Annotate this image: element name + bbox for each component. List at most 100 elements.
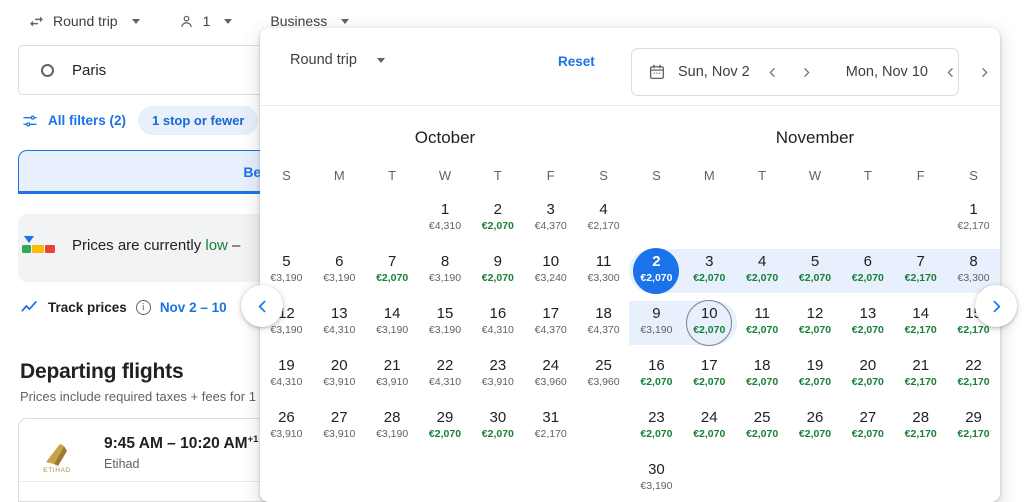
stops-filter-chip[interactable]: 1 stop or fewer: [138, 106, 259, 135]
calendar-day-cell[interactable]: 28 €2,170: [894, 405, 947, 457]
calendar-day-cell[interactable]: 27 €3,910: [313, 405, 366, 457]
calendar-day-cell[interactable]: 1 €2,170: [947, 197, 1000, 249]
chevron-down-icon: [131, 18, 140, 24]
day-number: 7: [916, 253, 925, 270]
calendar-day-cell[interactable]: 11 €2,070: [736, 301, 789, 353]
calendar-week-row: 23 €2,070 24 €2,070 25 €2,070 26 €2,070 27 €2,070…: [630, 405, 1000, 457]
calendar-day-cell[interactable]: 21 €2,170: [894, 353, 947, 405]
calendar-day-cell[interactable]: 30 €2,070: [471, 405, 524, 457]
calendar-day-cell[interactable]: 11 €3,300: [577, 249, 630, 301]
calendar-week-row: 30 €3,190: [630, 457, 1000, 502]
calendar-day-cell[interactable]: 14 €3,190: [366, 301, 419, 353]
day-number: 30: [489, 409, 507, 426]
day-number: 19: [806, 357, 824, 374]
departure-next-day-button[interactable]: [796, 61, 818, 83]
calendar-day-cell[interactable]: 13 €4,310: [313, 301, 366, 353]
calendar-day-cell[interactable]: 29 €2,070: [419, 405, 472, 457]
return-prev-day-button[interactable]: [940, 61, 962, 83]
day-price: €3,190: [270, 324, 303, 336]
calendar-day-cell[interactable]: 27 €2,070: [841, 405, 894, 457]
calendar-day-cell[interactable]: 8 €3,190: [419, 249, 472, 301]
calendar-day-cell[interactable]: 18 €4,370: [577, 301, 630, 353]
sort-tabs-container[interactable]: Bes: [18, 150, 280, 194]
day-number: 21: [383, 357, 401, 374]
calendar-day-cell[interactable]: 3 €4,370: [524, 197, 577, 249]
calendar-day-cell[interactable]: 18 €2,070: [736, 353, 789, 405]
day-number: 5: [282, 253, 291, 270]
calendar-day-cell[interactable]: 19 €4,310: [260, 353, 313, 405]
calendar-day-cell[interactable]: 28 €3,190: [366, 405, 419, 457]
month-november: November S M T W T F S 1 €2,170 2 €2,070 3 €2,070 4 €2,…: [629, 106, 1000, 502]
calendar-day-cell[interactable]: 1 €4,310: [419, 197, 472, 249]
day-number: 13: [859, 305, 877, 322]
calendar-day-cell[interactable]: 31 €2,170: [524, 405, 577, 457]
calendar-day-cell[interactable]: 25 €2,070: [736, 405, 789, 457]
departure-date-segment[interactable]: Sun, Nov 2: [632, 49, 818, 95]
calendar-day-cell[interactable]: 25 €3,960: [577, 353, 630, 405]
calendar-day-cell[interactable]: 20 €3,910: [313, 353, 366, 405]
calendar-day-cell[interactable]: 22 €2,170: [947, 353, 1000, 405]
calendar-day-cell[interactable]: 2 €2,070: [471, 197, 524, 249]
day-price: €2,070: [481, 428, 514, 440]
calendar-day-cell[interactable]: 13 €2,070: [841, 301, 894, 353]
calendar-day-cell[interactable]: 24 €3,960: [524, 353, 577, 405]
day-number: 9: [652, 305, 661, 322]
calendar-day-cell[interactable]: 21 €3,910: [366, 353, 419, 405]
passengers-selector[interactable]: 1: [172, 8, 239, 34]
calendar-day-cell[interactable]: 14 €2,170: [894, 301, 947, 353]
calendar-day-cell[interactable]: 4 €2,170: [577, 197, 630, 249]
calendar-day-cell[interactable]: 26 €3,910: [260, 405, 313, 457]
track-prices-label: Track prices: [48, 300, 127, 315]
calendar-day-cell[interactable]: 12 €2,070: [789, 301, 842, 353]
calendar-day-cell[interactable]: 20 €2,070: [841, 353, 894, 405]
day-price: €4,310: [270, 376, 303, 388]
calendar-day-cell[interactable]: 7 €2,170: [893, 249, 948, 301]
info-icon[interactable]: i: [135, 300, 151, 315]
tab-active-underline: [18, 191, 280, 194]
day-price: €4,310: [323, 324, 356, 336]
calendar-day-cell[interactable]: 6 €3,190: [313, 249, 366, 301]
calendar-day-cell[interactable]: 5 €2,070: [787, 249, 843, 301]
calendar-day-cell[interactable]: 26 €2,070: [789, 405, 842, 457]
calendar-day-cell[interactable]: 16 €2,070: [630, 353, 683, 405]
previous-month-button[interactable]: [241, 285, 283, 327]
calendar-day-cell[interactable]: 30 €3,190: [630, 457, 683, 502]
calendar-day-cell[interactable]: 7 €2,070: [366, 249, 419, 301]
calendar-day-cell[interactable]: 9 €2,070: [471, 249, 524, 301]
calendar-week-row: 1 €2,170: [630, 197, 1000, 249]
return-date-value: Mon, Nov 10: [845, 64, 928, 80]
calendar-day-cell[interactable]: 22 €4,310: [419, 353, 472, 405]
calendar-day-cell[interactable]: 6 €2,070: [840, 249, 896, 301]
calendar-day-cell[interactable]: 4 €2,070: [734, 249, 790, 301]
calendar-day-cell[interactable]: 10 €2,070: [681, 300, 737, 353]
calendar-day-cell[interactable]: 23 €2,070: [630, 405, 683, 457]
departure-prev-day-button[interactable]: [762, 61, 784, 83]
calendar-day-cell[interactable]: 10 €3,240: [524, 249, 577, 301]
weekday-label: T: [493, 168, 502, 183]
calendar-day-cell[interactable]: 16 €4,310: [471, 301, 524, 353]
calendar-day-cell[interactable]: 17 €4,370: [524, 301, 577, 353]
calendar-day-cell[interactable]: 24 €2,070: [683, 405, 736, 457]
day-price: €2,070: [746, 272, 779, 284]
calendar-day-cell[interactable]: 9 €3,190: [629, 301, 684, 353]
track-prices-dates[interactable]: Nov 2 – 10: [160, 300, 227, 315]
day-number: 23: [489, 357, 507, 374]
day-price: €2,070: [640, 272, 673, 284]
next-month-button[interactable]: [975, 285, 1017, 327]
cabin-class-label: Business: [270, 13, 328, 29]
trip-type-selector[interactable]: Round trip: [22, 8, 146, 34]
calendar-day-cell[interactable]: 15 €3,190: [419, 301, 472, 353]
calendar-day-cell[interactable]: 23 €3,910: [471, 353, 524, 405]
return-date-segment[interactable]: Mon, Nov 10: [832, 49, 996, 95]
calendar-day-cell[interactable]: 19 €2,070: [789, 353, 842, 405]
day-number: 16: [489, 305, 507, 322]
reset-button[interactable]: Reset: [558, 54, 595, 69]
track-prices-row: Track prices i Nov 2 – 10: [20, 298, 276, 317]
all-filters-button[interactable]: All filters (2): [22, 113, 126, 129]
calendar-day-cell[interactable]: 2 €2,070: [629, 248, 684, 301]
calendar-day-cell[interactable]: 17 €2,070: [683, 353, 736, 405]
return-next-day-button[interactable]: [974, 61, 996, 83]
calendar-day-cell[interactable]: 3 €2,070: [681, 249, 737, 301]
calendar-day-cell[interactable]: 29 €2,170: [947, 405, 1000, 457]
panel-trip-type-selector[interactable]: Round trip: [290, 52, 385, 68]
